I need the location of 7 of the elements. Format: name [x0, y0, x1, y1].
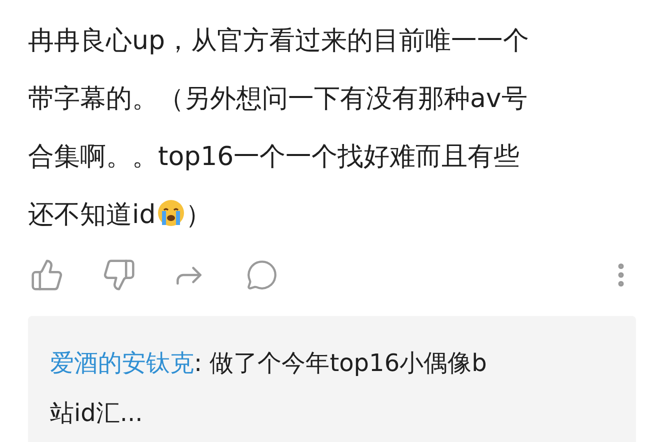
crying-face-icon — [156, 199, 185, 227]
reply-text: 爱酒的安钛克: 做了个今年top16小偶像b 站id汇... — [50, 348, 487, 429]
comment-text: 冉冉良心up，从官方看过来的目前唯一一个 带字幕的。（另外想问一下有没有那种av号 合集啊。。top16一个一个找好难而且有些 还不知道id ） — [28, 25, 529, 232]
dislike-icon[interactable] — [102, 258, 136, 292]
comment-icon[interactable] — [246, 259, 278, 291]
like-icon[interactable] — [30, 258, 64, 292]
reply-card[interactable]: 爱酒的安钛克: 做了个今年top16小偶像b 站id汇... — [28, 316, 636, 442]
